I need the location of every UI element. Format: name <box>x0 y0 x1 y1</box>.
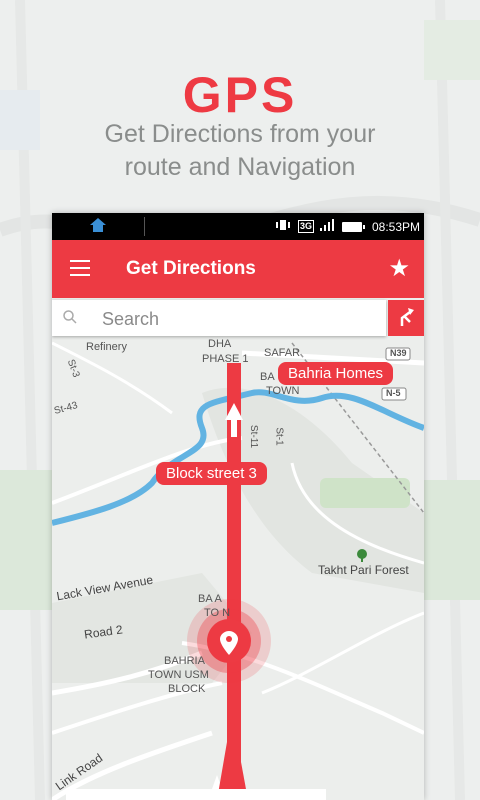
destination-callout[interactable]: Bahria Homes <box>278 362 394 385</box>
map-label-phase: PHASE 1 <box>202 353 249 365</box>
hamburger-menu-icon[interactable] <box>70 260 90 276</box>
search-bar[interactable] <box>52 300 386 336</box>
map-label-town-top: TOWN <box>266 385 300 397</box>
map-label-refinery: Refinery <box>86 341 127 353</box>
promo-title: GPS <box>182 67 298 123</box>
app-bar-title: Get Directions <box>126 258 256 279</box>
map-label-takht-pari: Takht Pari Forest <box>318 563 409 577</box>
phone-screen: Refinery DHA PHASE 1 SAFAR BA TOWN N39 N… <box>52 213 424 800</box>
map-label-n5: N-5 <box>386 388 401 398</box>
map-label-safari: SAFAR <box>264 347 301 359</box>
waypoint-callout[interactable]: Block street 3 <box>156 462 267 485</box>
promo-subtitle-line1: Get Directions from your <box>104 120 376 148</box>
app-bar: Get Directions ★ <box>52 240 424 298</box>
status-time: 08:53PM <box>371 219 420 234</box>
star-icon[interactable]: ★ <box>388 254 410 283</box>
map-label-town-mid: TO N <box>204 607 231 619</box>
map-label-st11: St-11 <box>248 424 260 449</box>
map-label-bahria-top: BA <box>260 371 275 383</box>
network-type-badge: 3G <box>297 220 314 233</box>
promo-subtitle-line2: route and Navigation <box>124 153 356 181</box>
directions-icon <box>400 308 414 326</box>
bottom-card <box>66 789 326 800</box>
battery-icon <box>341 221 365 232</box>
map-label-st1: St-1 <box>273 427 285 446</box>
map-label-town-usm: TOWN USM <box>148 669 209 681</box>
vibrate-icon <box>274 219 292 234</box>
map-label-n39: N39 <box>390 348 407 358</box>
map-label-bahria-block: BAHRIA <box>164 655 205 667</box>
search-icon <box>62 309 78 330</box>
map-label-bahria-mid: BA A <box>198 593 222 605</box>
map-label-dha: DHA <box>208 338 232 350</box>
map-label-block: BLOCK <box>168 683 206 695</box>
home-icon <box>90 218 106 235</box>
directions-button[interactable] <box>388 300 424 336</box>
signal-icon <box>319 219 336 234</box>
status-bar: 3G 08:53PM <box>52 213 424 240</box>
search-input[interactable] <box>100 306 374 332</box>
